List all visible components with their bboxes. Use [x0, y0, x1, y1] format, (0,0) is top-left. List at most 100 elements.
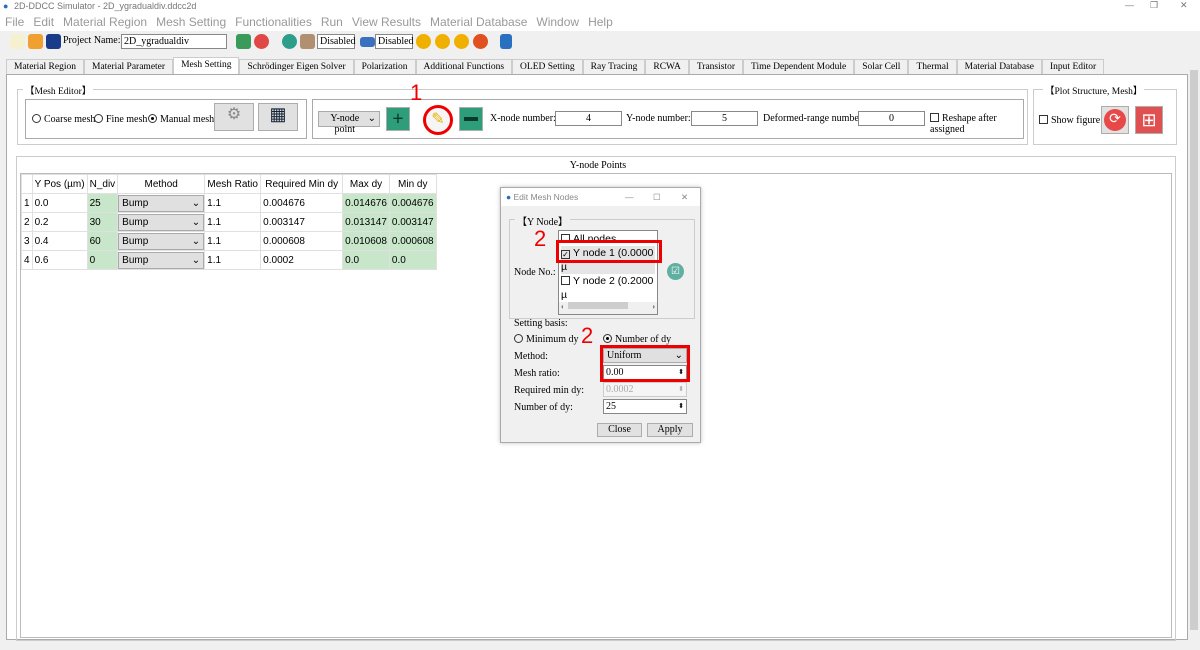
min-dy-cell[interactable]: 0.000608: [388, 231, 437, 251]
apply-button[interactable]: Apply: [647, 423, 693, 437]
table-row[interactable]: 4 0.6 0 Bump ⌄ 1.1 0.0002 0.0 0.0: [21, 250, 437, 270]
column-header[interactable]: Required Min dy: [260, 174, 344, 194]
tab-oled-setting[interactable]: OLED Setting: [512, 59, 583, 75]
tab-schrodinger[interactable]: Schrödinger Eigen Solver: [239, 59, 354, 75]
reload-icon[interactable]: [254, 34, 269, 49]
mesh-ratio-cell[interactable]: 1.1: [204, 231, 262, 251]
radio-manual-mesh[interactable]: Manual mesh: [148, 114, 214, 125]
disabled-field-1[interactable]: Disabled: [317, 34, 356, 49]
y-pos-cell[interactable]: 0.6: [31, 250, 88, 270]
column-header[interactable]: Method: [117, 174, 206, 194]
tab-transistor[interactable]: Transistor: [688, 59, 744, 75]
menu-run[interactable]: Run: [321, 15, 343, 29]
max-dy-cell[interactable]: 0.013147: [342, 212, 390, 232]
tab-time-dependent[interactable]: Time Dependent Module: [743, 59, 855, 75]
method-cell[interactable]: Bump ⌄: [117, 212, 206, 232]
menu-view-results[interactable]: View Results: [352, 15, 421, 29]
radio-number-of-dy[interactable]: Number of dy: [603, 334, 671, 345]
refresh-plot-button[interactable]: ⟳: [1101, 106, 1129, 134]
horizontal-scrollbar[interactable]: ‹ ›: [559, 302, 657, 314]
y-node-input[interactable]: 5: [691, 111, 758, 126]
y-pos-cell[interactable]: 0.2: [31, 212, 88, 232]
tab-material-region[interactable]: Material Region: [6, 59, 84, 75]
required-min-dy-cell[interactable]: 0.004676: [260, 193, 344, 213]
table-row[interactable]: 1 0.0 25 Bump ⌄ 1.1 0.004676 0.014676 0.004676: [21, 193, 437, 213]
menu-window[interactable]: Window: [536, 15, 579, 29]
column-header[interactable]: Min dy: [388, 174, 437, 194]
node-list-item[interactable]: Y node 2 (0.2000 µ: [561, 274, 655, 302]
chart-icon[interactable]: [500, 34, 512, 49]
tab-rcwa[interactable]: RCWA: [645, 59, 689, 75]
y-pos-cell[interactable]: 0.0: [31, 193, 88, 213]
dialog-close-button[interactable]: ✕: [681, 188, 688, 206]
radio-coarse-mesh[interactable]: Coarse mesh: [32, 114, 95, 125]
method-cell[interactable]: Bump ⌄: [117, 231, 206, 251]
add-node-button[interactable]: +: [386, 107, 410, 131]
method-cell[interactable]: Bump ⌄: [117, 250, 206, 270]
mesh-ratio-cell[interactable]: 1.1: [204, 250, 262, 270]
menu-edit[interactable]: Edit: [33, 15, 54, 29]
min-dy-cell[interactable]: 0.003147: [388, 212, 437, 232]
x-node-input[interactable]: 4: [555, 111, 622, 126]
tab-mesh-setting[interactable]: Mesh Setting: [173, 57, 240, 75]
disabled-field-2[interactable]: Disabled: [375, 34, 414, 49]
show-figure-checkbox[interactable]: Show figure: [1039, 115, 1100, 126]
reshape-checkbox[interactable]: Reshape after assigned: [930, 113, 1023, 135]
max-dy-cell[interactable]: 0.0: [342, 250, 390, 270]
n-div-cell[interactable]: 25: [86, 193, 119, 213]
grid-mesh-button[interactable]: ▦: [258, 103, 298, 131]
close-button[interactable]: ✕: [1180, 0, 1188, 11]
stop-icon[interactable]: [473, 34, 488, 49]
max-dy-cell[interactable]: 0.010608: [342, 231, 390, 251]
method-cell[interactable]: Bump ⌄: [117, 193, 206, 213]
menu-material-database[interactable]: Material Database: [430, 15, 527, 29]
tab-ray-tracing[interactable]: Ray Tracing: [582, 59, 646, 75]
column-header[interactable]: Mesh Ratio: [204, 174, 262, 194]
run-batch-icon[interactable]: [454, 34, 469, 49]
menu-file[interactable]: File: [5, 15, 24, 29]
tab-material-database[interactable]: Material Database: [956, 59, 1043, 75]
mesh-ratio-cell[interactable]: 1.1: [204, 193, 262, 213]
min-dy-cell[interactable]: 0.0: [388, 250, 437, 270]
column-header[interactable]: Max dy: [342, 174, 390, 194]
list-icon[interactable]: [360, 37, 375, 47]
plot-mesh-button[interactable]: ⊞: [1135, 106, 1163, 134]
new-file-icon[interactable]: [10, 34, 25, 49]
scrollbar-thumb[interactable]: [1190, 70, 1198, 630]
n-div-cell[interactable]: 30: [86, 212, 119, 232]
project-name-input[interactable]: 2D_ygradualdiv: [121, 34, 227, 49]
max-dy-cell[interactable]: 0.014676: [342, 193, 390, 213]
tab-material-parameter[interactable]: Material Parameter: [84, 59, 174, 75]
node-type-select[interactable]: Y-node point ⌄: [318, 111, 380, 135]
required-min-dy-cell[interactable]: 0.000608: [260, 231, 344, 251]
close-button[interactable]: Close: [597, 423, 642, 437]
dialog-maximize-button[interactable]: ☐: [653, 188, 661, 206]
column-header[interactable]: N_div: [86, 174, 119, 194]
required-min-dy-cell[interactable]: 0.0002: [260, 250, 344, 270]
tab-input-editor[interactable]: Input Editor: [1042, 59, 1105, 75]
table-row[interactable]: 2 0.2 30 Bump ⌄ 1.1 0.003147 0.013147 0.003147: [21, 212, 437, 232]
vertical-scrollbar[interactable]: [1188, 56, 1200, 636]
n-div-cell[interactable]: 60: [86, 231, 119, 251]
edit-node-button[interactable]: ✎: [423, 105, 453, 135]
number-of-dy-spinbox[interactable]: 25 ⬍: [603, 399, 687, 414]
tab-thermal[interactable]: Thermal: [908, 59, 957, 75]
tab-additional-functions[interactable]: Additional Functions: [415, 59, 513, 75]
radio-minimum-dy[interactable]: Minimum dy: [514, 334, 579, 345]
tab-solar-cell[interactable]: Solar Cell: [854, 59, 909, 75]
dialog-minimize-button[interactable]: —: [625, 188, 634, 206]
menu-help[interactable]: Help: [588, 15, 613, 29]
menu-mesh-setting[interactable]: Mesh Setting: [156, 15, 226, 29]
select-all-icon[interactable]: ☑: [667, 263, 684, 280]
min-dy-cell[interactable]: 0.004676: [388, 193, 437, 213]
tab-polarization[interactable]: Polarization: [353, 59, 416, 75]
remove-node-button[interactable]: [459, 107, 483, 131]
radio-fine-mesh[interactable]: Fine mesh: [94, 114, 147, 125]
mesh-ratio-cell[interactable]: 1.1: [204, 212, 262, 232]
save-icon[interactable]: [46, 34, 61, 49]
n-div-cell[interactable]: 0: [86, 250, 119, 270]
required-min-dy-cell[interactable]: 0.003147: [260, 212, 344, 232]
mesh-settings-button[interactable]: ⚙: [214, 103, 254, 131]
table-row[interactable]: 3 0.4 60 Bump ⌄ 1.1 0.000608 0.010608 0.000608: [21, 231, 437, 251]
y-pos-cell[interactable]: 0.4: [31, 231, 88, 251]
